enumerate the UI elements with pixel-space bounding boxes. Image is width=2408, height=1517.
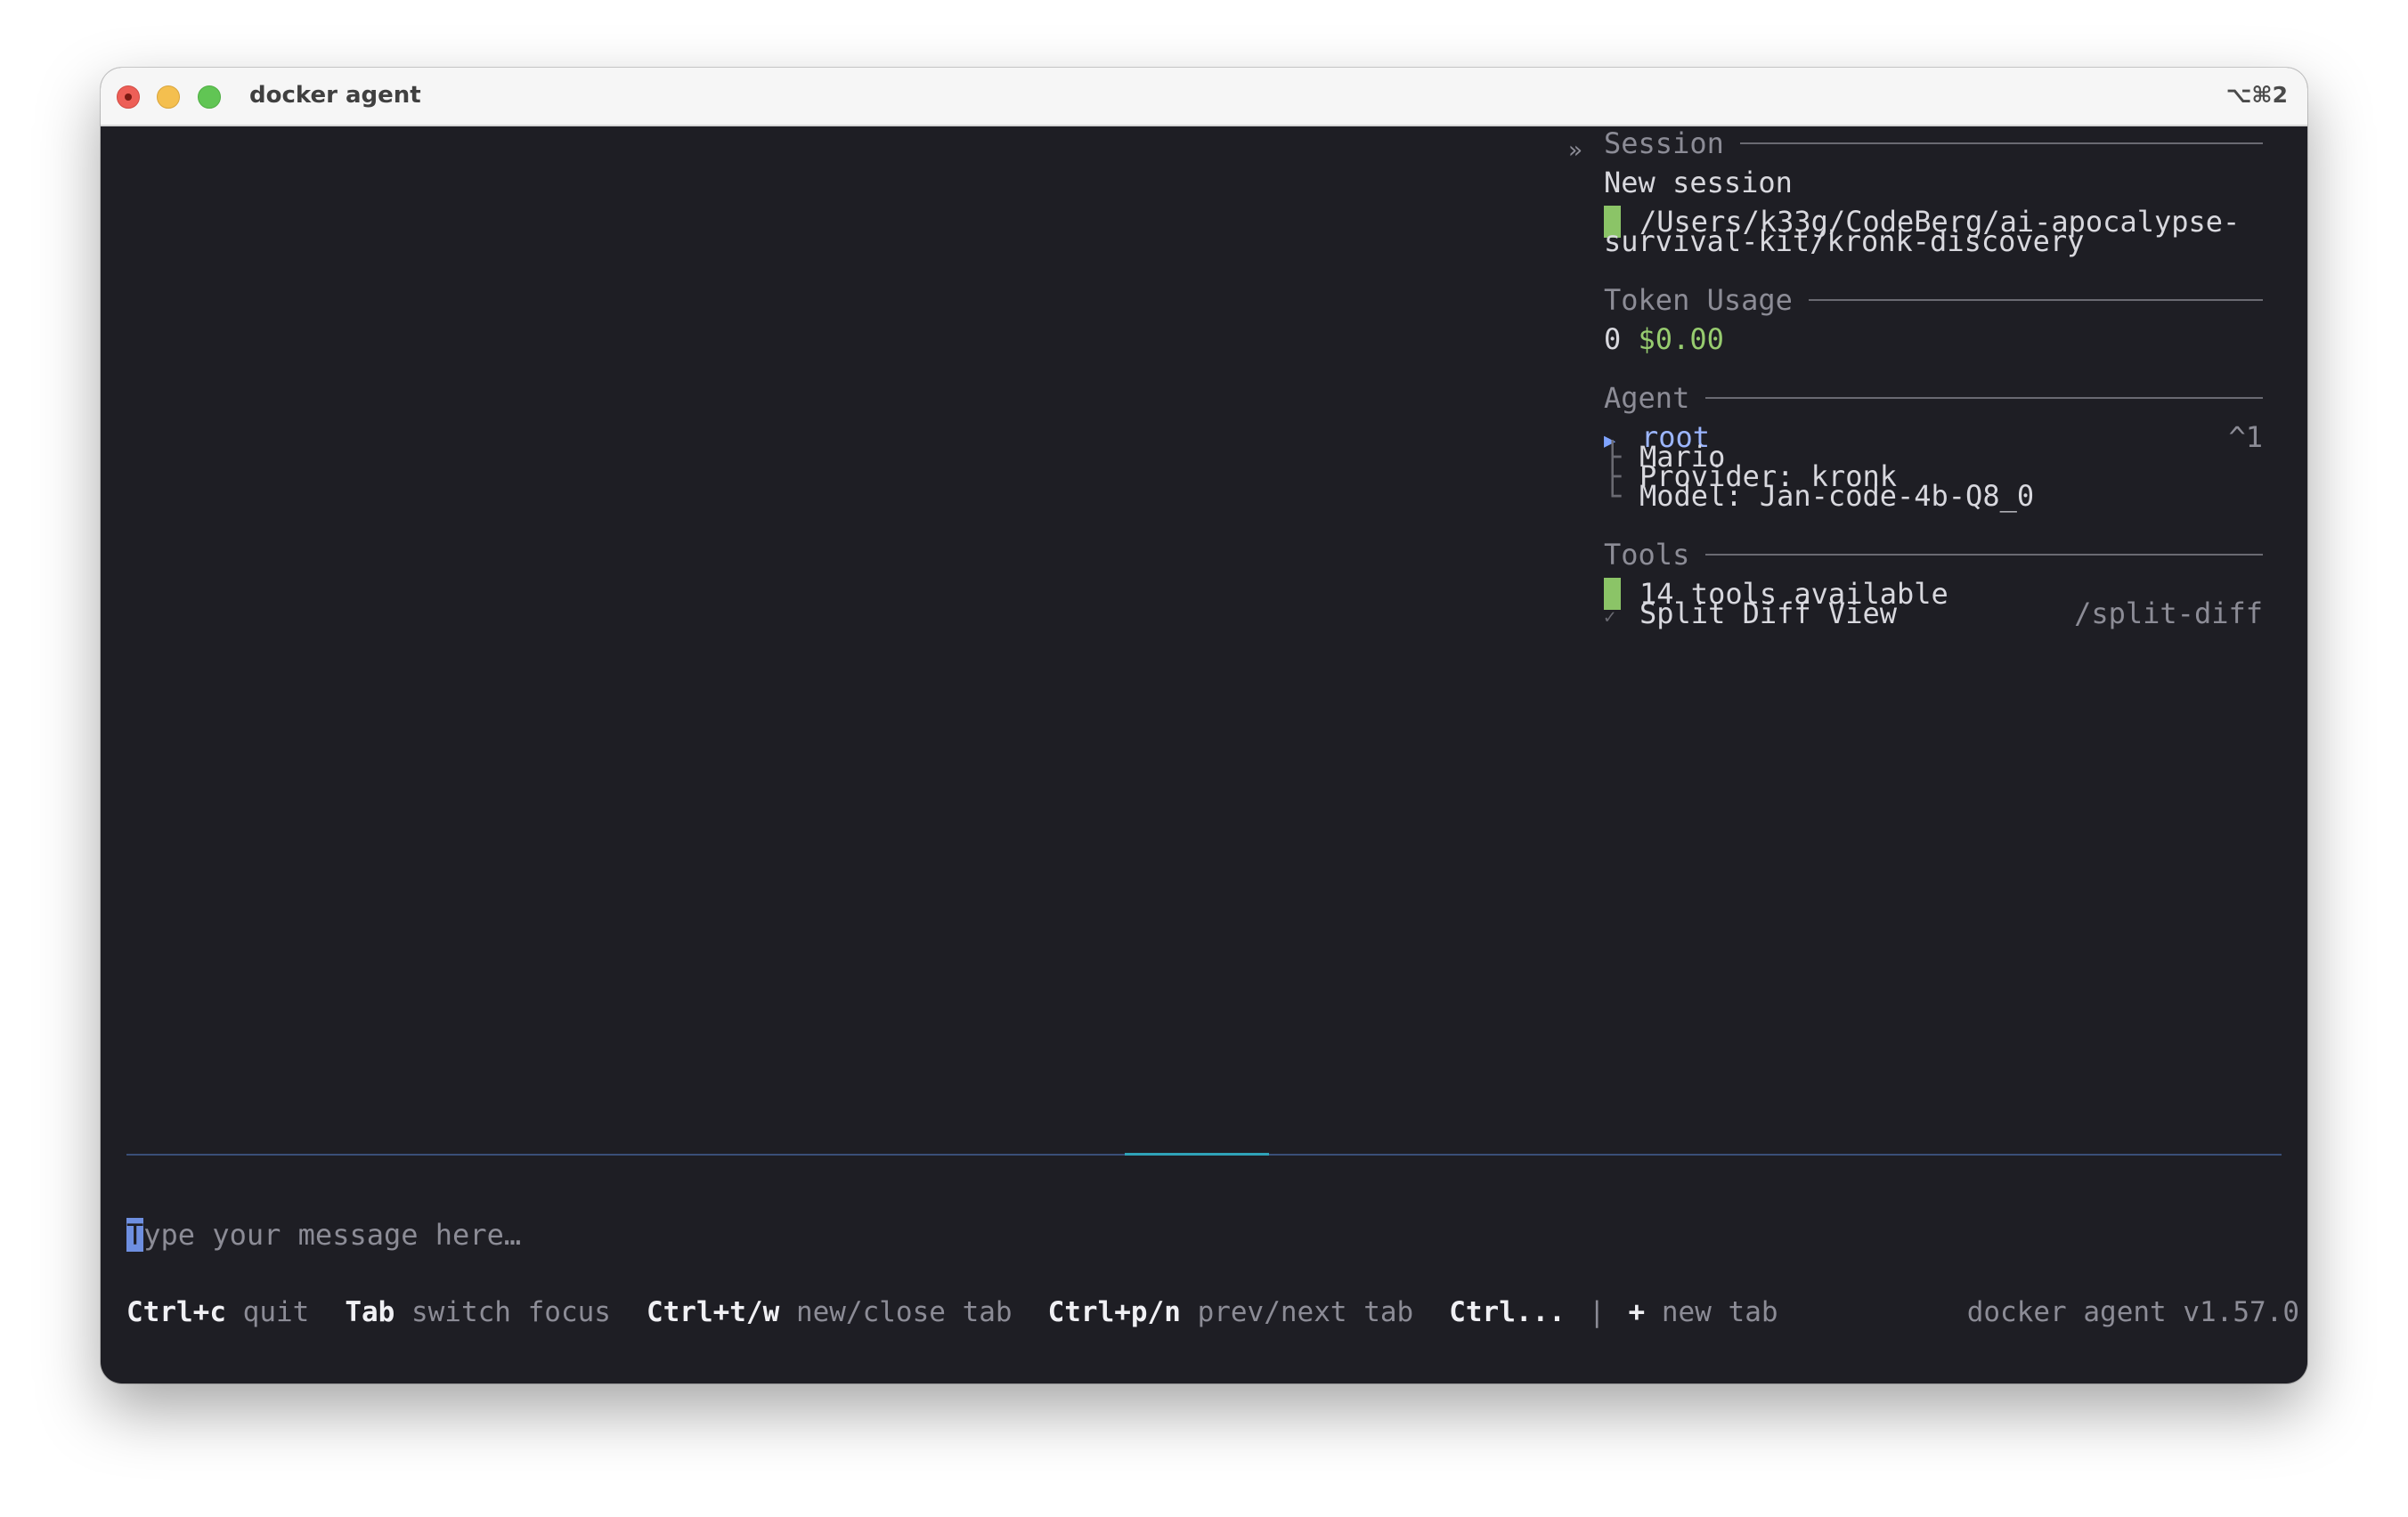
new-tab-label: new tab	[1661, 1296, 1778, 1328]
token-count: 0	[1604, 322, 1622, 356]
session-header-label: Session	[1604, 126, 1724, 160]
agent-header-label: Agent	[1604, 381, 1690, 415]
tools-header-label: Tools	[1604, 538, 1690, 572]
divider-highlight[interactable]	[1125, 1153, 1269, 1156]
session-name[interactable]: New session	[1604, 166, 1793, 199]
text-cursor: T	[126, 1218, 144, 1252]
status-bar: Ctrl+c quit Tab switch focus Ctrl+t/w ne…	[126, 1296, 2299, 1328]
section-header-tools: Tools	[1604, 538, 2263, 572]
tools-header-rule	[1705, 554, 2263, 556]
section-header-agent: Agent	[1604, 381, 2263, 415]
split-diff-toggle[interactable]: ✓ Split Diff View	[1604, 596, 1897, 635]
plus-icon: +	[1628, 1296, 1646, 1328]
split-diff-command: /split-diff	[2074, 596, 2263, 630]
agent-model: Model: Jan-code-4b-Q8_0	[1639, 479, 2035, 513]
agent-header-rule	[1705, 397, 2263, 399]
agent-model-row: └ Model: Jan-code-4b-Q8_0	[1604, 479, 2034, 513]
session-path-line2: survival-kit/kronk-discovery	[1604, 224, 2085, 258]
app-version: docker agent v1.57.0	[1966, 1296, 2299, 1328]
token-usage-header-label: Token Usage	[1604, 283, 1793, 317]
shortcut-key-quit: Ctrl+c	[126, 1296, 226, 1328]
window-shortcut: ⌥⌘2	[2225, 82, 2288, 108]
shortcut-key-switch-focus: Tab	[345, 1296, 395, 1328]
shortcut-key-prev-next-tab: Ctrl+p/n	[1047, 1296, 1181, 1328]
token-cost: $0.00	[1638, 322, 1724, 356]
checkmark-icon: ✓	[1604, 606, 1616, 629]
close-window-button[interactable]	[117, 85, 140, 109]
new-tab-button[interactable]: + new tab	[1629, 1296, 1778, 1328]
section-header-session: Session	[1604, 126, 2263, 160]
status-separator: |	[1588, 1296, 1606, 1328]
shortcut-desc-switch-focus: switch focus	[411, 1296, 611, 1328]
title-bar: docker agent ⌥⌘2	[101, 68, 2307, 126]
session-header-rule	[1739, 142, 2263, 144]
terminal-window: docker agent ⌥⌘2 » Session New session /…	[101, 68, 2307, 1383]
terminal-content[interactable]: » Session New session /Users/k33g/CodeBe…	[101, 126, 2307, 1383]
shortcut-desc-new-close-tab: new/close tab	[795, 1296, 1013, 1328]
message-input[interactable]: Type your message here…	[126, 1218, 1551, 1255]
shortcut-key-new-close-tab: Ctrl+t/w	[646, 1296, 780, 1328]
minimize-window-button[interactable]	[157, 85, 180, 109]
token-usage-header-rule	[1808, 299, 2263, 301]
split-diff-label: Split Diff View	[1639, 596, 1897, 630]
shortcut-desc-prev-next-tab: prev/next tab	[1197, 1296, 1414, 1328]
token-usage-values: 0 $0.00	[1604, 322, 1724, 356]
agent-hotkey: ^1	[2228, 420, 2263, 454]
tree-end-icon: └	[1604, 479, 1622, 513]
zoom-window-button[interactable]	[198, 85, 221, 109]
section-header-token-usage: Token Usage	[1604, 283, 2263, 317]
message-placeholder: ype your message here…	[143, 1218, 522, 1252]
collapse-sidebar-icon[interactable]: »	[1568, 134, 1582, 167]
shortcut-desc-quit: quit	[242, 1296, 310, 1328]
window-title: docker agent	[249, 82, 421, 109]
shortcut-key-more: Ctrl...	[1449, 1296, 1566, 1328]
